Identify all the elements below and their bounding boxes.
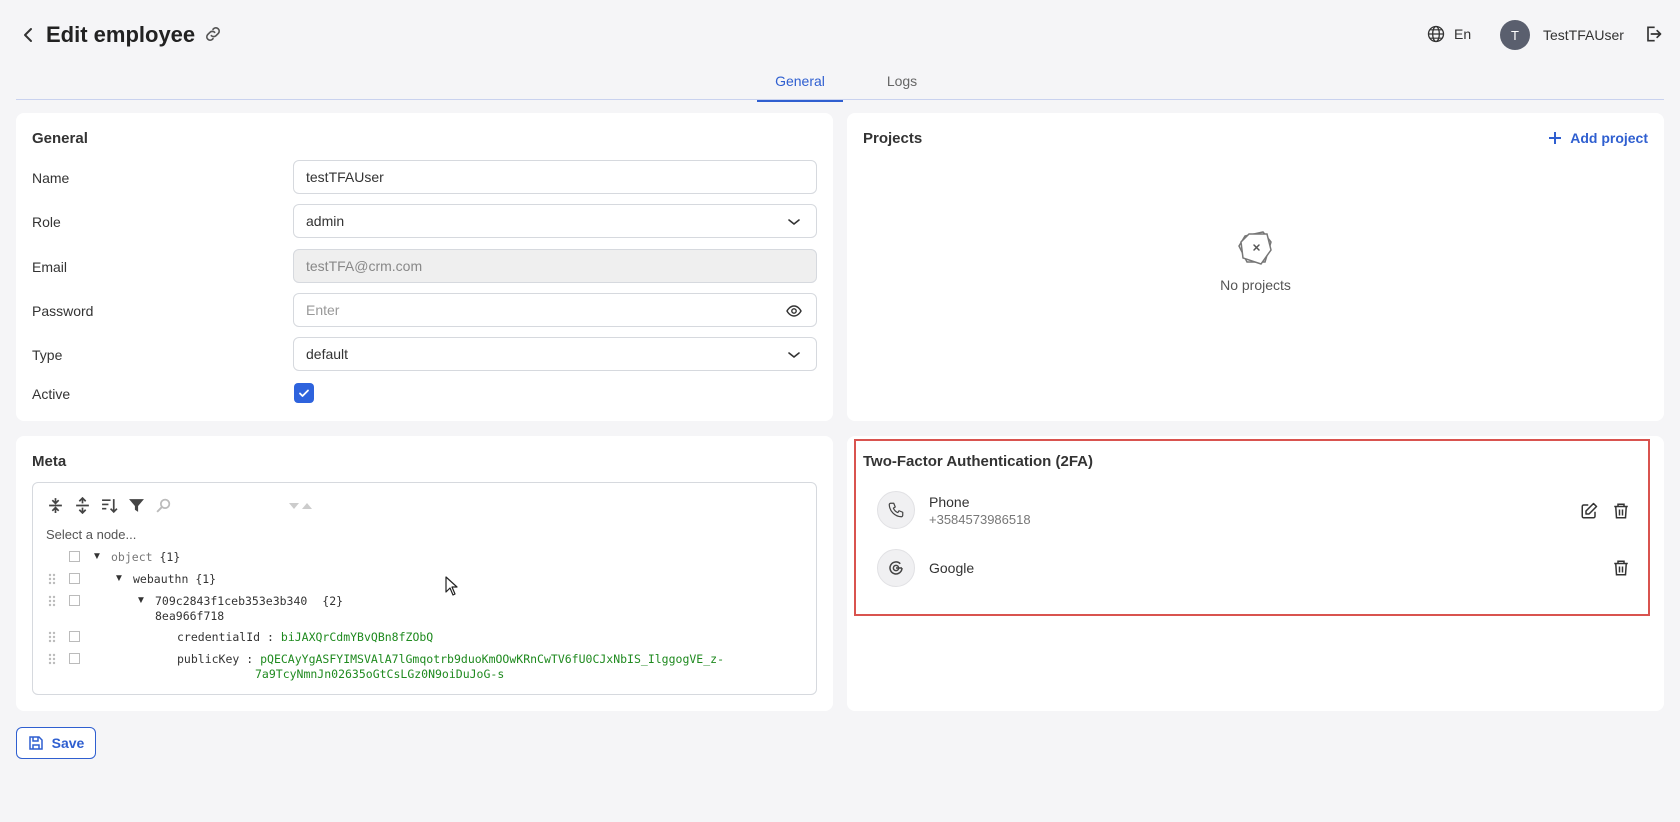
expand-toggle-icon[interactable]: ▼ (114, 573, 124, 584)
role-select[interactable]: admin (293, 204, 817, 238)
tab-logs[interactable]: Logs (872, 73, 932, 97)
eye-icon[interactable] (786, 303, 802, 319)
method-name: Phone (929, 493, 970, 510)
empty-projects-text: No projects (1220, 277, 1291, 293)
select-node-hint: Select a node... (46, 527, 137, 542)
field-value: pQECAyYgASFYIMSVAlA7lGmqotrb9duoKmOOwKRn… (260, 652, 724, 666)
add-project-label: Add project (1570, 130, 1648, 146)
username[interactable]: TestTFAUser (1543, 27, 1624, 43)
drag-handle-icon[interactable] (48, 653, 56, 665)
method-detail: +3584573986518 (929, 511, 1031, 527)
chevron-down-icon (788, 219, 800, 226)
tree-node-key-continuation: 8ea966f718 (155, 609, 225, 623)
name-value: testTFAUser (306, 169, 384, 185)
password-placeholder: Enter (306, 302, 340, 318)
row-checkbox[interactable] (69, 595, 80, 606)
edit-icon[interactable] (1580, 502, 1598, 520)
tfa-method-google: Google (877, 549, 974, 587)
projects-card: Projects Add project No projects (847, 113, 1664, 421)
tree-node-object[interactable]: object {1} (111, 550, 180, 564)
expand-toggle-icon[interactable]: ▼ (136, 595, 146, 606)
meta-card: Meta Select a node... ▼ object {1} ▼ web… (16, 436, 833, 711)
two-factor-title: Two-Factor Authentication (2FA) (863, 453, 1093, 470)
field-value: biJAXQrCdmYBvQBn8fZObQ (280, 630, 434, 644)
chevron-down-icon (788, 352, 800, 359)
drag-handle-icon[interactable] (48, 595, 56, 607)
collapse-all-icon[interactable] (74, 497, 91, 514)
role-value: admin (306, 213, 345, 229)
field-key: credentialId (177, 630, 261, 644)
google-icon (877, 549, 915, 587)
general-card: General Name testTFAUser Role admin Emai… (16, 113, 833, 421)
empty-box-icon (1238, 231, 1272, 265)
delete-icon[interactable] (1612, 502, 1630, 520)
search-icon[interactable] (155, 497, 172, 514)
email-field: testTFA@crm.com (293, 249, 817, 283)
expand-all-icon[interactable] (47, 497, 64, 514)
node-count: {1} (159, 550, 181, 564)
sort-icon[interactable] (101, 497, 118, 514)
tree-node-webauthn[interactable]: webauthn {1} (133, 572, 216, 586)
node-key: object (111, 550, 153, 564)
page-title: Edit employee (46, 22, 196, 47)
page-header: Edit employee En T TestTFAUser (0, 0, 1680, 70)
active-label: Active (32, 386, 71, 402)
row-checkbox[interactable] (69, 653, 80, 664)
tree-field-public-key[interactable]: publicKey : pQECAyYgASFYIMSVAlA7lGmqotrb… (177, 652, 724, 666)
email-value: testTFA@crm.com (306, 258, 423, 274)
active-checkbox[interactable] (294, 383, 314, 403)
projects-title: Projects (863, 130, 923, 147)
drag-handle-icon[interactable] (48, 573, 56, 585)
email-label: Email (32, 259, 68, 275)
navigation-arrows-icon[interactable] (288, 501, 318, 511)
json-editor: Select a node... ▼ object {1} ▼ webauthn… (32, 482, 817, 695)
language-label: En (1454, 26, 1472, 42)
back-icon[interactable] (18, 25, 38, 45)
general-title: General (32, 130, 88, 147)
plus-icon (1549, 132, 1562, 144)
expand-toggle-icon[interactable]: ▼ (92, 551, 102, 562)
node-count: {1} (195, 572, 217, 586)
avatar[interactable]: T (1500, 20, 1530, 50)
tfa-method-phone: Phone +3584573986518 (877, 491, 1031, 529)
type-label: Type (32, 347, 63, 363)
node-key: 709c2843f1ceb353e3b340 (155, 594, 308, 608)
delete-icon[interactable] (1612, 559, 1630, 577)
filter-icon[interactable] (128, 497, 145, 514)
row-checkbox[interactable] (69, 631, 80, 642)
save-icon (28, 736, 43, 750)
check-icon (299, 389, 309, 397)
method-name: Google (929, 560, 975, 576)
mouse-cursor-icon (445, 576, 458, 596)
node-count: {2} (322, 594, 344, 608)
two-factor-card: Two-Factor Authentication (2FA) Phone +3… (847, 436, 1664, 711)
link-icon[interactable] (203, 24, 225, 46)
language-selector[interactable]: En (1426, 24, 1471, 44)
password-label: Password (32, 303, 94, 319)
logout-icon[interactable] (1643, 24, 1665, 46)
field-value-continuation: 7a9TcyNmnJn02635oGtCsLGz0N9oiDuJoG-s (255, 667, 505, 681)
password-input[interactable]: Enter (293, 293, 817, 327)
save-label: Save (51, 735, 85, 751)
tree-field-credential-id[interactable]: credentialId : biJAXQrCdmYBvQBn8fZObQ (177, 630, 433, 644)
add-project-button[interactable]: Add project (1548, 130, 1648, 146)
globe-icon (1427, 25, 1445, 43)
name-label: Name (32, 170, 70, 186)
tab-general[interactable]: General (757, 73, 843, 102)
node-key: webauthn (133, 572, 189, 586)
name-input[interactable]: testTFAUser (293, 160, 817, 194)
tree-node-credential-id[interactable]: 709c2843f1ceb353e3b340 {2} (155, 594, 343, 608)
field-key: publicKey (177, 652, 240, 666)
meta-title: Meta (32, 453, 67, 470)
save-button[interactable]: Save (16, 727, 96, 759)
type-value: default (306, 346, 349, 362)
tab-bar: General Logs (16, 70, 1664, 102)
json-toolbar (47, 497, 172, 514)
type-select[interactable]: default (293, 337, 817, 371)
drag-handle-icon[interactable] (48, 631, 56, 643)
phone-icon (877, 491, 915, 529)
role-label: Role (32, 214, 61, 230)
row-checkbox[interactable] (69, 551, 80, 562)
row-checkbox[interactable] (69, 573, 80, 584)
